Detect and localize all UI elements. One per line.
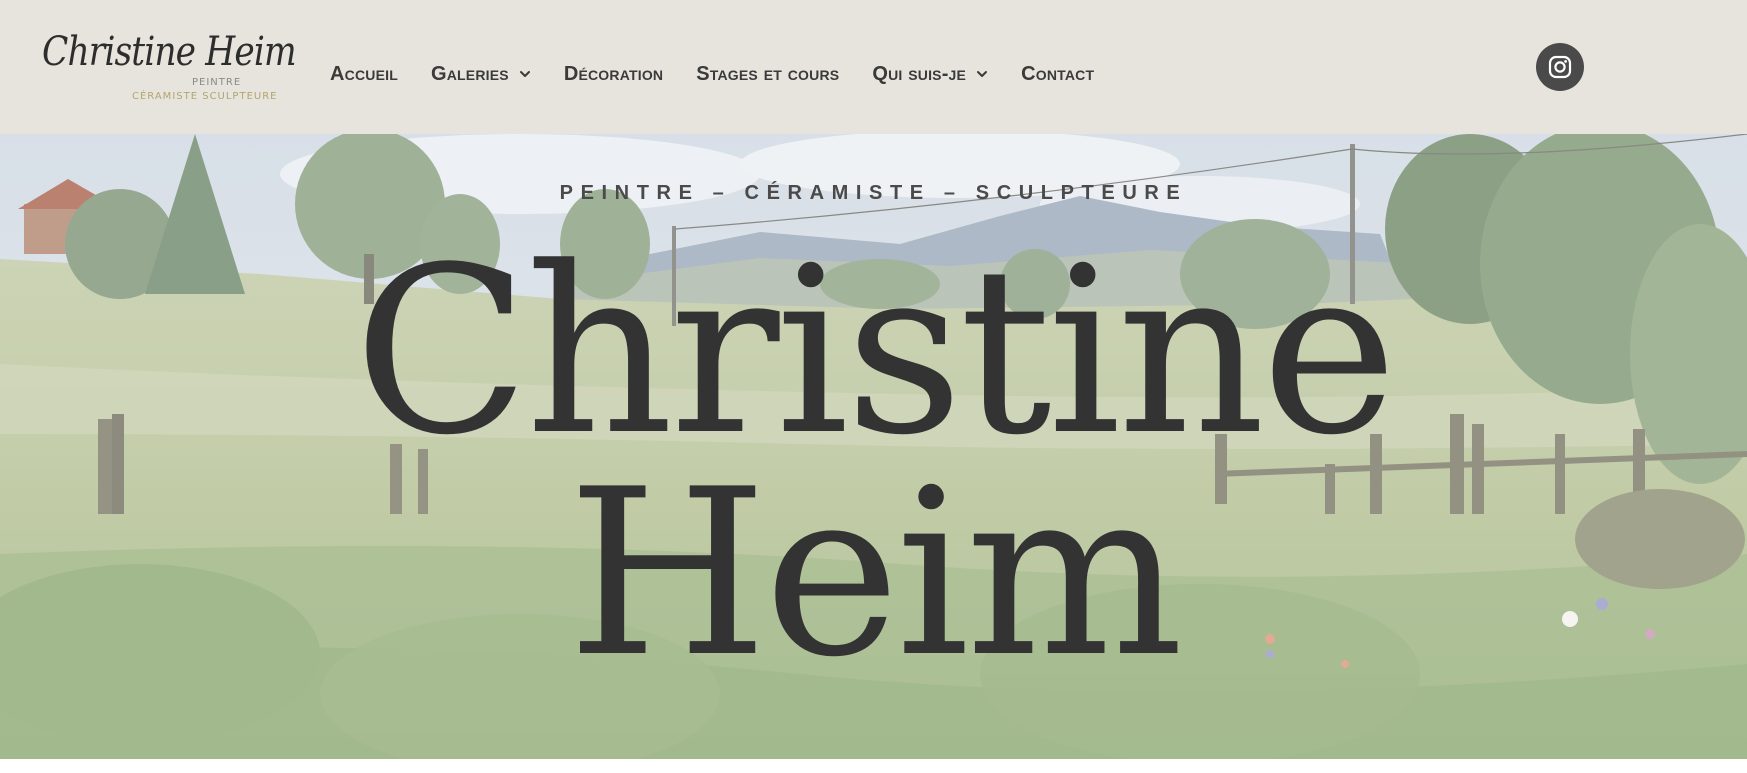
nav-item-label: Stages et cours (696, 62, 840, 85)
nav-item-stages-et-cours[interactable]: Stages et cours (696, 63, 839, 86)
instagram-icon (1548, 55, 1572, 79)
logo-tagline-ceramist: CÉRAMISTE SCULPTEURE (132, 91, 278, 102)
site-logo[interactable]: Christine Heim PEINTRE CÉRAMISTE SCULPTE… (38, 24, 297, 110)
nav-item-decoration[interactable]: Décoration (564, 63, 663, 86)
logo-script-text: Christine Heim (42, 29, 297, 75)
hero-subtitle: PEINTRE – CÉRAMISTE – SCULPTEURE (559, 182, 1188, 204)
site-header: Christine Heim PEINTRE CÉRAMISTE SCULPTE… (0, 0, 1747, 134)
chevron-down-icon (519, 68, 531, 80)
nav-item-galeries[interactable]: Galeries (431, 63, 531, 86)
nav-item-label: Contact (1021, 62, 1095, 85)
hero-title-first-name: Christine (353, 219, 1398, 486)
nav-item-label: Qui suis-je (872, 62, 967, 85)
hero-bottom-strip (0, 759, 1747, 773)
chevron-down-icon (976, 68, 988, 80)
nav-item-label: Galeries (430, 62, 509, 85)
nav-item-accueil[interactable]: Accueil (330, 63, 398, 86)
nav-item-label: Accueil (330, 62, 398, 85)
nav-item-qui-suis-je[interactable]: Qui suis-je (872, 63, 988, 86)
nav-item-contact[interactable]: Contact (1021, 63, 1094, 86)
instagram-button[interactable] (1536, 43, 1584, 91)
hero-title-last-name: Heim (567, 441, 1183, 708)
nav-item-label: Décoration (563, 62, 664, 85)
main-navigation: Accueil Galeries Décoration Stages et co… (330, 52, 1094, 96)
logo-tagline-painter: PEINTRE (192, 77, 242, 88)
